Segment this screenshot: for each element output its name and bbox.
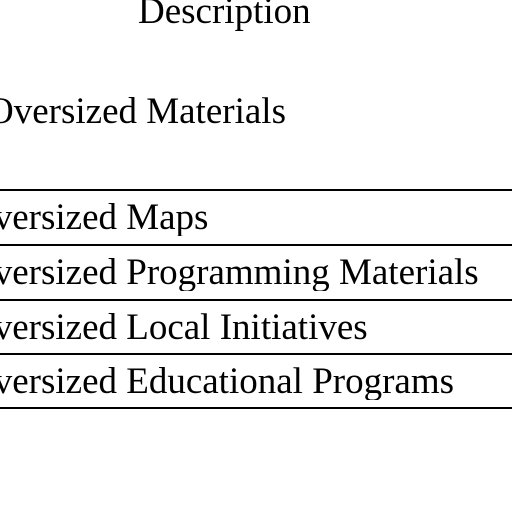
section-title: Oversized Materials bbox=[0, 91, 286, 132]
row-divider bbox=[0, 353, 512, 355]
row-text: Oversized Maps bbox=[0, 200, 209, 236]
table-bottom-rule bbox=[0, 407, 512, 409]
row-divider bbox=[0, 244, 512, 246]
table-top-rule bbox=[0, 189, 512, 191]
table-row: Oversized Programming Materials bbox=[0, 255, 512, 291]
row-text: Oversized Educational Programs bbox=[0, 364, 455, 400]
row-text: Oversized Programming Materials bbox=[0, 255, 479, 291]
row-divider bbox=[0, 299, 512, 301]
row-text: Oversized Local Initiatives bbox=[0, 310, 368, 346]
table-row: Oversized Educational Programs bbox=[0, 364, 512, 400]
description-column-header: Description bbox=[138, 0, 311, 32]
table-row: Oversized Local Initiatives bbox=[0, 310, 512, 346]
table-row: Oversized Maps bbox=[0, 200, 512, 236]
